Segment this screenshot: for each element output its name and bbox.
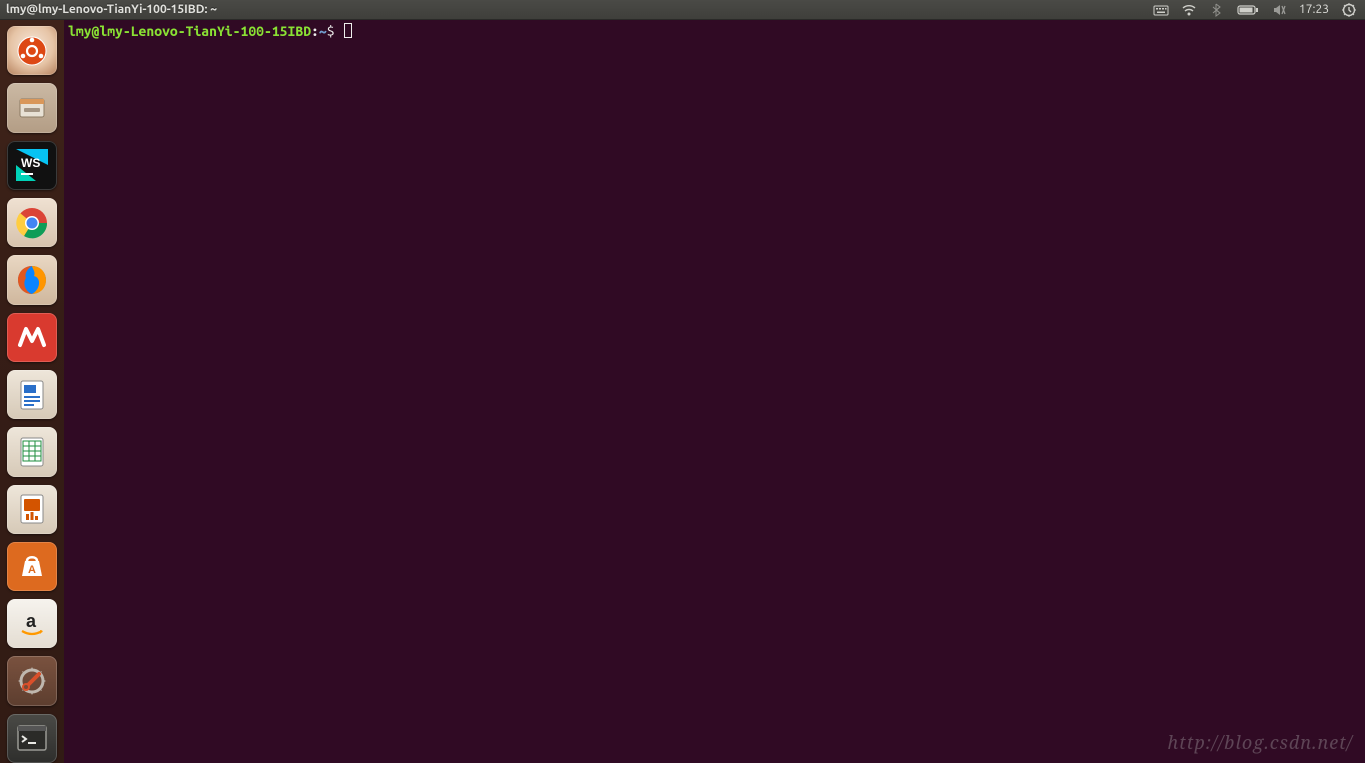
- sound-indicator-icon[interactable]: [1271, 2, 1287, 18]
- launcher-firefox[interactable]: [7, 255, 57, 304]
- launcher-xmind[interactable]: [7, 313, 57, 362]
- top-menubar: lmy@lmy-Lenovo-TianYi-100-15IBD: ~ 17:23: [0, 0, 1365, 20]
- battery-indicator-icon[interactable]: [1237, 2, 1259, 18]
- keyboard-indicator-icon[interactable]: [1153, 2, 1169, 18]
- launcher-chrome[interactable]: [7, 198, 57, 247]
- terminal-window[interactable]: lmy@lmy-Lenovo-TianYi-100-15IBD:~$: [64, 20, 1365, 763]
- launcher-dash[interactable]: [7, 26, 57, 75]
- terminal-prompt: lmy@lmy-Lenovo-TianYi-100-15IBD:~$: [68, 23, 342, 39]
- session-indicator-icon[interactable]: [1341, 2, 1357, 18]
- window-title: lmy@lmy-Lenovo-TianYi-100-15IBD: ~: [6, 3, 1153, 16]
- launcher-amazon[interactable]: a: [7, 599, 57, 648]
- terminal-cursor-icon: [344, 23, 352, 38]
- prompt-colon: :: [311, 23, 319, 39]
- launcher-calc[interactable]: [7, 427, 57, 476]
- launcher-settings[interactable]: [7, 656, 57, 705]
- unity-launcher: WS A a: [0, 20, 64, 763]
- launcher-impress[interactable]: [7, 485, 57, 534]
- prompt-path: ~: [319, 23, 327, 39]
- svg-text:a: a: [26, 611, 37, 631]
- launcher-webstorm[interactable]: WS: [7, 141, 57, 190]
- svg-text:WS: WS: [21, 156, 40, 170]
- launcher-files[interactable]: [7, 83, 57, 132]
- svg-text:A: A: [28, 564, 36, 576]
- watermark-text: http://blog.csdn.net/: [1167, 731, 1353, 755]
- network-indicator-icon[interactable]: [1181, 2, 1197, 18]
- prompt-user: lmy@lmy-Lenovo-TianYi-100-15IBD: [68, 23, 311, 39]
- prompt-dollar: $: [327, 23, 335, 39]
- launcher-software[interactable]: A: [7, 542, 57, 591]
- launcher-terminal[interactable]: [7, 714, 57, 763]
- indicator-area: 17:23: [1153, 2, 1365, 18]
- clock-indicator[interactable]: 17:23: [1299, 3, 1329, 16]
- launcher-writer[interactable]: [7, 370, 57, 419]
- bluetooth-indicator-icon[interactable]: [1209, 2, 1225, 18]
